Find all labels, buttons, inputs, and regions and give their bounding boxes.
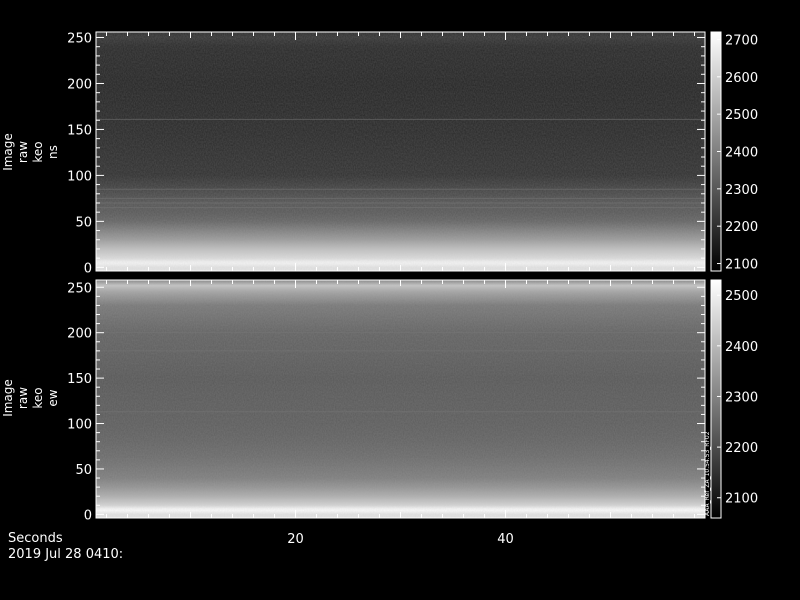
colorbar-tick-label: 2300: [725, 390, 758, 405]
ns-panel-ylabel: Image raw keo ns: [1, 107, 61, 197]
ns-keogram-panel: 0 50 100 150 200 250 2100 2200 2300 2400 2500 2600 2…: [67, 31, 758, 276]
ylabel-line: keo: [31, 387, 45, 409]
ylabel-line: Image: [1, 379, 15, 417]
y-tick-label: 0: [84, 508, 92, 523]
y-tick-label: 100: [67, 418, 92, 433]
colorbar-tick-label: 2300: [725, 183, 758, 198]
image-noise: [96, 280, 705, 518]
x-tick-label: 20: [287, 532, 304, 547]
y-tick-label: 200: [67, 327, 92, 342]
ylabel-line: raw: [16, 140, 30, 164]
y-tick-label: 50: [75, 215, 92, 230]
colorbar-tick-label: 2100: [725, 258, 758, 273]
y-tick-label: 200: [67, 77, 92, 92]
y-tick-label: 250: [67, 32, 92, 47]
y-tick-label: 150: [67, 372, 92, 387]
ew-keogram-panel: 0 50 100 150 200 250 2100 2200 2300 2400 2500 AAA_R…: [67, 279, 758, 523]
y-tick-label: 0: [84, 261, 92, 276]
x-tick-label: 40: [497, 532, 514, 547]
ew-panel-ylabel: Image raw keo ew: [1, 353, 61, 443]
colorbar-note: AAA_Ref_ZA_10.54.53_RF02: [704, 431, 711, 516]
x-axis-title: Seconds: [8, 531, 63, 546]
colorbar-tick-label: 2500: [725, 289, 758, 304]
y-tick-label: 250: [67, 281, 92, 296]
keogram-figure: 0501001502002502100220023002400250026002…: [67, 31, 758, 547]
colorbar-tick-label: 2100: [725, 492, 758, 507]
colorbar-tick-label: 2200: [725, 441, 758, 456]
image-noise: [96, 32, 705, 271]
ylabel-line: raw: [16, 386, 30, 410]
colorbar-tick-label: 2400: [725, 340, 758, 355]
ylabel-line: keo: [31, 141, 45, 163]
colorbar-tick-label: 2200: [725, 220, 758, 235]
colorbar: [710, 279, 722, 519]
y-tick-label: 150: [67, 123, 92, 138]
colorbar-tick-label: 2600: [725, 71, 758, 86]
colorbar-tick-label: 2400: [725, 146, 758, 161]
ylabel-line: Image: [1, 133, 15, 171]
colorbar-tick-label: 2700: [725, 33, 758, 48]
y-tick-label: 100: [67, 169, 92, 184]
date-stamp: 2019 Jul 28 0410:: [8, 547, 124, 562]
ylabel-line: ns: [46, 145, 60, 159]
colorbar-tick-label: 2500: [725, 108, 758, 123]
ylabel-line: ew: [46, 389, 60, 407]
y-tick-label: 50: [75, 463, 92, 478]
time-axis: 20 40: [287, 532, 514, 547]
